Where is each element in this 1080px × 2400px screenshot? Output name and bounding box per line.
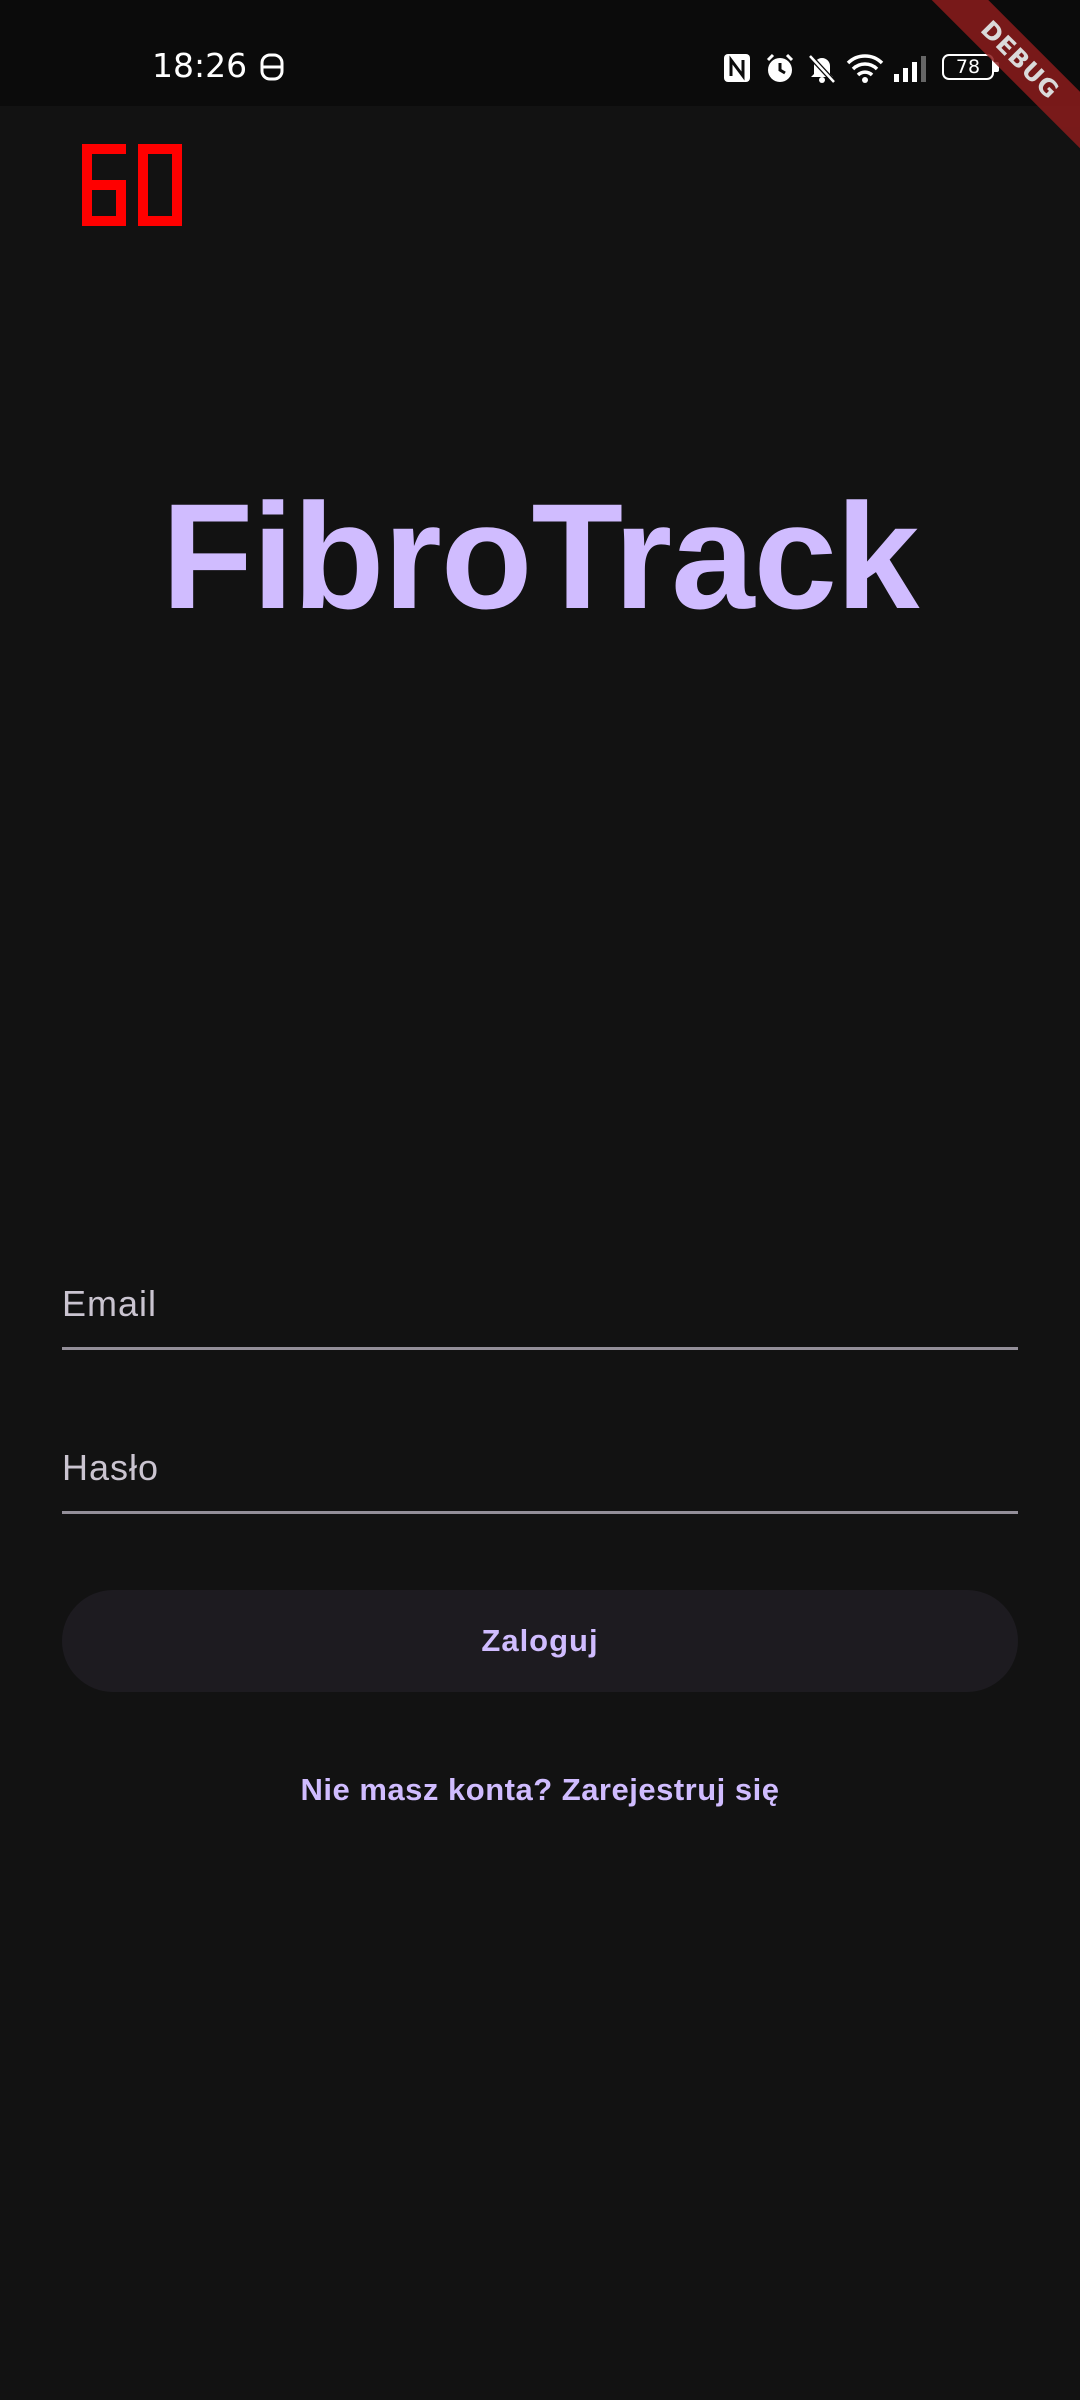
status-time: 18:26 xyxy=(152,46,248,85)
alarm-icon xyxy=(766,53,794,82)
fps-counter: 60 xyxy=(82,144,182,226)
app-title: FibroTrack xyxy=(161,472,920,640)
status-bar: 18:26 78 xyxy=(0,0,1080,106)
email-field[interactable] xyxy=(62,1240,1018,1350)
debug-banner-label: DEBUG xyxy=(930,0,1080,150)
nfc-icon xyxy=(724,54,750,82)
register-link[interactable]: Nie masz konta? Zarejestruj się xyxy=(0,1772,1080,1808)
vpn-key-icon xyxy=(260,53,284,81)
wifi-icon xyxy=(846,54,884,83)
email-underline xyxy=(62,1347,1018,1350)
password-field[interactable] xyxy=(62,1404,1018,1514)
debug-banner: DEBUG xyxy=(930,0,1080,150)
password-input[interactable] xyxy=(62,1404,1018,1514)
mute-icon xyxy=(808,54,836,84)
email-input[interactable] xyxy=(62,1240,1018,1350)
password-underline xyxy=(62,1511,1018,1514)
login-button[interactable]: Zaloguj xyxy=(62,1590,1018,1692)
signal-icon xyxy=(894,56,926,82)
